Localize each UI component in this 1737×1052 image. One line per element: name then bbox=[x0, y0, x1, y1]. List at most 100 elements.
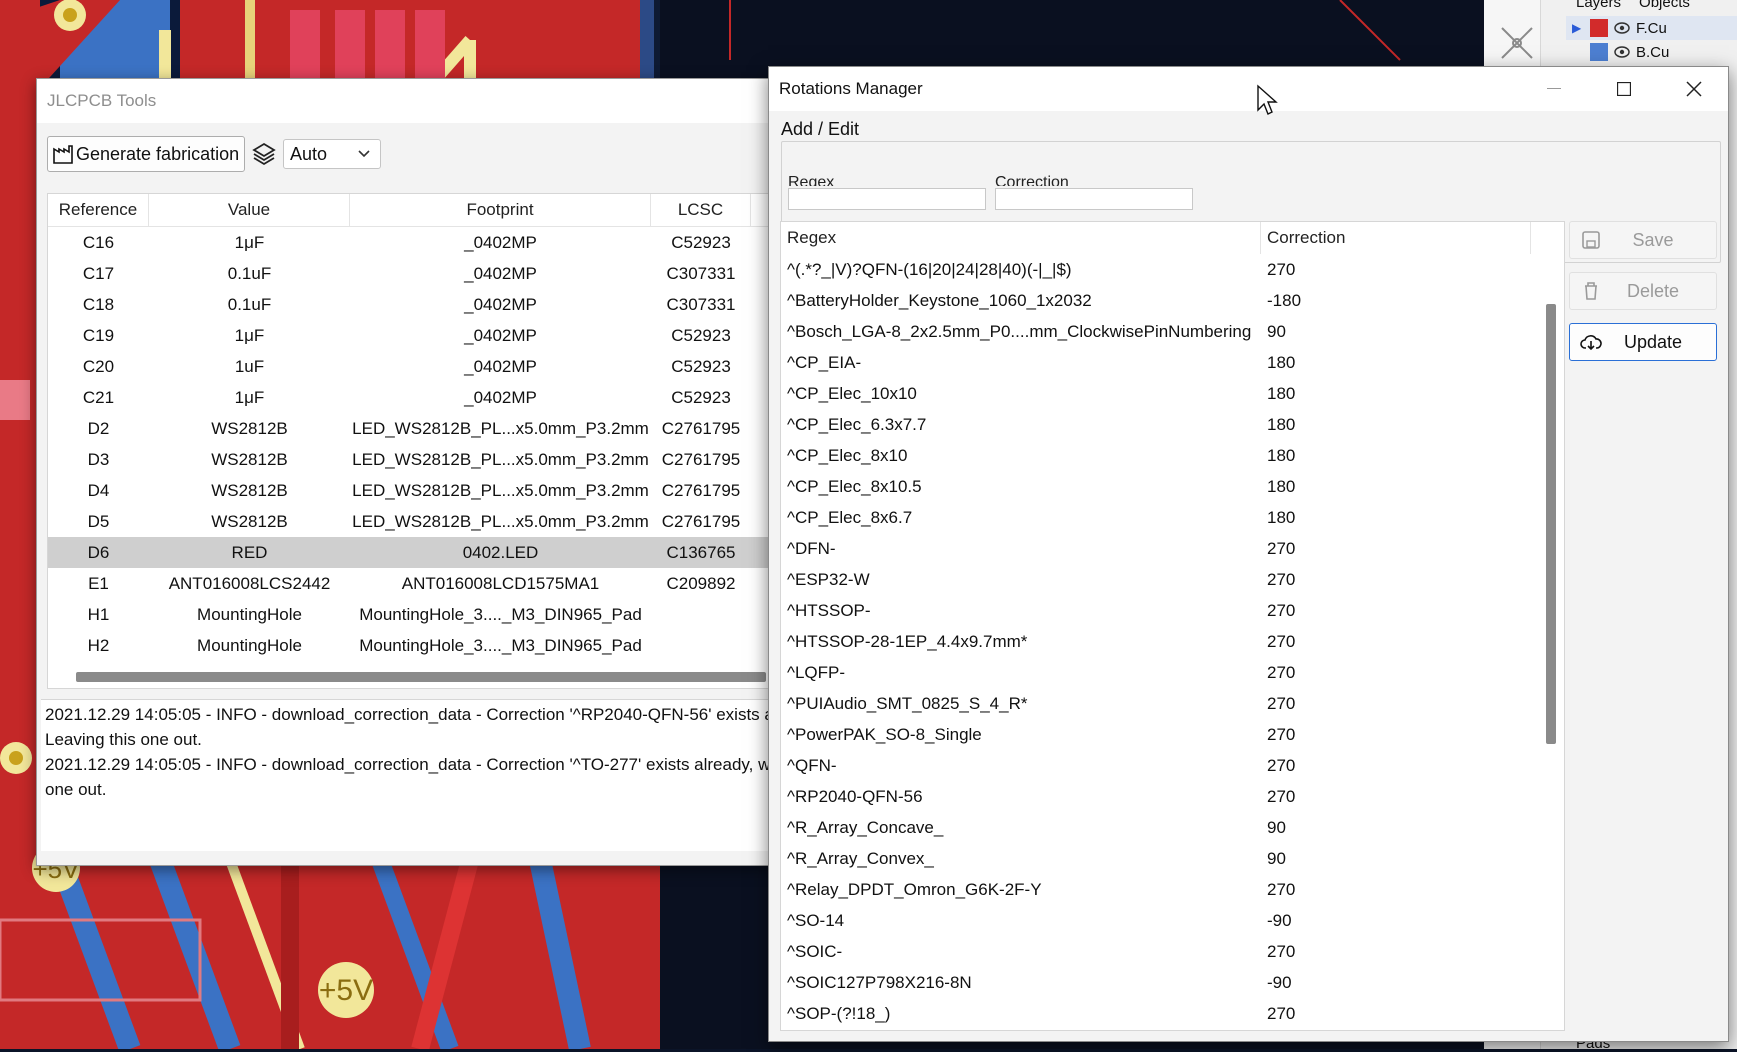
table-row[interactable]: ^HTSSOP- 270 bbox=[781, 595, 1564, 626]
cell-regex: ^SOIC- bbox=[787, 941, 843, 961]
table-row[interactable]: H1 MountingHole MountingHole_3...._M3_DIN9… bbox=[48, 599, 778, 630]
table-row[interactable]: ^Bosch_LGA-8_2x2.5mm_P0....mm_ClockwiseP… bbox=[781, 316, 1564, 347]
table-row[interactable]: D4 WS2812B LED_WS2812B_PL...x5.0mm_P3.2mm C… bbox=[48, 475, 778, 506]
table-row[interactable]: ^ESP32-W 270 bbox=[781, 564, 1564, 595]
table-row[interactable]: C16 1μF _0402MP C52923 bbox=[48, 227, 778, 258]
table-row[interactable]: C21 1μF _0402MP C52923 bbox=[48, 382, 778, 413]
table-row[interactable]: ^SOIC127P798X216-8N -90 bbox=[781, 967, 1564, 998]
cell-lcsc: C2761795 bbox=[661, 511, 741, 531]
table-row[interactable]: ^CP_Elec_10x10 180 bbox=[781, 378, 1564, 409]
layer-row-bcu[interactable]: B.Cu bbox=[1566, 40, 1737, 64]
table-row[interactable]: C18 0.1uF _0402MP C307331 bbox=[48, 289, 778, 320]
cell-regex: ^CP_Elec_8x10 bbox=[787, 445, 908, 465]
table-row[interactable]: ^Relay_DPDT_Omron_G6K-2F-Y 270 bbox=[781, 874, 1564, 905]
table-row[interactable]: ^R_Array_Concave_ 90 bbox=[781, 812, 1564, 843]
cell-regex: ^CP_EIA- bbox=[787, 352, 862, 372]
table-row[interactable]: ^R_Array_Convex_ 90 bbox=[781, 843, 1564, 874]
maximize-button[interactable] bbox=[1589, 67, 1659, 111]
column-header-regex[interactable]: Regex bbox=[781, 222, 1261, 254]
cell-correction: 270 bbox=[1267, 755, 1296, 775]
window-titlebar[interactable]: Rotations Manager bbox=[769, 67, 1728, 111]
horizontal-scrollbar[interactable] bbox=[76, 672, 766, 682]
cell-correction: 90 bbox=[1267, 817, 1286, 837]
cell-value: 1uF bbox=[234, 356, 265, 376]
tab-layers[interactable]: Layers bbox=[1576, 0, 1621, 11]
table-row[interactable]: ^QFN- 270 bbox=[781, 750, 1564, 781]
table-row[interactable]: ^CP_EIA- 180 bbox=[781, 347, 1564, 378]
table-row[interactable]: ^CP_Elec_8x6.7 180 bbox=[781, 502, 1564, 533]
table-row[interactable]: D3 WS2812B LED_WS2812B_PL...x5.0mm_P3.2mm C… bbox=[48, 444, 778, 475]
tab-objects[interactable]: Objects bbox=[1639, 0, 1690, 11]
layer-row-fcu[interactable]: ▶ F.Cu bbox=[1566, 16, 1737, 40]
chevron-down-icon bbox=[358, 150, 370, 158]
correction-input[interactable] bbox=[995, 188, 1193, 210]
table-row[interactable]: ^SOIC- 270 bbox=[781, 936, 1564, 967]
layer-color-swatch[interactable] bbox=[1590, 19, 1608, 37]
column-header-lcsc[interactable]: LCSC bbox=[651, 194, 751, 226]
eye-icon[interactable] bbox=[1614, 22, 1630, 34]
column-header-correction[interactable]: Correction bbox=[1261, 222, 1531, 254]
table-row[interactable]: ^CP_Elec_6.3x7.7 180 bbox=[781, 409, 1564, 440]
layer-mode-select[interactable]: Auto bbox=[283, 139, 381, 169]
table-row[interactable]: C20 1uF _0402MP C52923 bbox=[48, 351, 778, 382]
cross-tool-icon[interactable] bbox=[1484, 14, 1540, 74]
mouse-pointer-icon bbox=[1257, 84, 1278, 115]
minimize-button[interactable] bbox=[1519, 67, 1589, 111]
cell-regex: ^RP2040-QFN-56 bbox=[787, 786, 923, 806]
cell-lcsc: C136765 bbox=[666, 542, 736, 562]
table-row[interactable]: ^RP2040-QFN-56 270 bbox=[781, 781, 1564, 812]
table-row[interactable]: D5 WS2812B LED_WS2812B_PL...x5.0mm_P3.2mm C… bbox=[48, 506, 778, 537]
table-row[interactable]: ^LQFP- 270 bbox=[781, 657, 1564, 688]
cell-regex: ^CP_Elec_6.3x7.7 bbox=[787, 414, 927, 434]
maximize-icon bbox=[1617, 82, 1631, 96]
cell-correction: -90 bbox=[1267, 972, 1292, 992]
cell-footprint: MountingHole_3...._M3_DIN965_Pad bbox=[359, 635, 642, 655]
table-row[interactable]: ^(.*?_|V)?QFN-(16|20|24|28|40)(-|_|$) 270 bbox=[781, 254, 1564, 285]
cell-correction: 180 bbox=[1267, 476, 1296, 496]
column-header-reference[interactable]: Reference bbox=[48, 194, 149, 226]
cell-regex: ^PUIAudio_SMT_0825_S_4_R* bbox=[787, 693, 1028, 713]
layer-color-swatch[interactable] bbox=[1590, 43, 1608, 61]
jlcpcb-tools-window: JLCPCB Tools Generate fabrication files … bbox=[36, 78, 779, 866]
column-header-value[interactable]: Value bbox=[149, 194, 350, 226]
cell-value: 1μF bbox=[234, 387, 265, 407]
generate-fabrication-button[interactable]: Generate fabrication files bbox=[47, 136, 245, 172]
log-line: 2021.12.29 14:05:05 - INFO - download_co… bbox=[45, 755, 777, 774]
toolbar: Generate fabrication files Auto bbox=[47, 134, 777, 174]
table-row[interactable]: ^BatteryHolder_Keystone_1060_1x2032 -180 bbox=[781, 285, 1564, 316]
cell-regex: ^LQFP- bbox=[787, 662, 846, 682]
cell-correction: -180 bbox=[1267, 290, 1302, 310]
delete-button[interactable]: Delete bbox=[1569, 272, 1717, 310]
table-row[interactable]: D2 WS2812B LED_WS2812B_PL...x5.0mm_P3.2mm C… bbox=[48, 413, 778, 444]
regex-input[interactable] bbox=[788, 188, 986, 210]
table-row[interactable]: ^HTSSOP-28-1EP_4.4x9.7mm* 270 bbox=[781, 626, 1564, 657]
table-row[interactable]: H2 MountingHole MountingHole_3...._M3_DIN9… bbox=[48, 630, 778, 661]
cell-correction: 270 bbox=[1267, 569, 1296, 589]
current-layer-arrow-icon: ▶ bbox=[1572, 21, 1582, 35]
table-row[interactable]: C17 0.1uF _0402MP C307331 bbox=[48, 258, 778, 289]
trash-icon bbox=[1585, 282, 1597, 300]
table-row[interactable]: C19 1μF _0402MP C52923 bbox=[48, 320, 778, 351]
update-label: Update bbox=[1623, 331, 1683, 352]
cell-reference: D3 bbox=[87, 449, 110, 469]
table-row[interactable]: ^CP_Elec_8x10 180 bbox=[781, 440, 1564, 471]
close-button[interactable] bbox=[1659, 67, 1729, 111]
cell-value: 1μF bbox=[234, 232, 265, 252]
window-titlebar[interactable]: JLCPCB Tools bbox=[37, 79, 777, 123]
table-row[interactable]: ^PUIAudio_SMT_0825_S_4_R* 270 bbox=[781, 688, 1564, 719]
table-row[interactable]: E1 ANT016008LCS2442 ANT016008LCD1575MA1 C20… bbox=[48, 568, 778, 599]
table-row[interactable]: D6 RED 0402.LED C136765 bbox=[48, 537, 778, 568]
update-button[interactable]: Update bbox=[1569, 323, 1717, 361]
table-row[interactable]: ^SOP-(?!18_) 270 bbox=[781, 998, 1564, 1029]
table-row[interactable]: ^DFN- 270 bbox=[781, 533, 1564, 564]
save-button[interactable]: Save bbox=[1569, 221, 1717, 259]
table-row[interactable]: ^CP_Elec_8x10.5 180 bbox=[781, 471, 1564, 502]
log-output: 2021.12.29 14:05:05 - INFO - download_co… bbox=[41, 699, 777, 851]
vertical-scrollbar[interactable] bbox=[1546, 304, 1556, 744]
column-header-footprint[interactable]: Footprint bbox=[350, 194, 651, 226]
eye-icon[interactable] bbox=[1614, 46, 1630, 58]
cell-reference: C16 bbox=[82, 232, 115, 252]
cell-lcsc: C307331 bbox=[666, 263, 736, 283]
table-row[interactable]: ^SO-14 -90 bbox=[781, 905, 1564, 936]
table-row[interactable]: ^PowerPAK_SO-8_Single 270 bbox=[781, 719, 1564, 750]
